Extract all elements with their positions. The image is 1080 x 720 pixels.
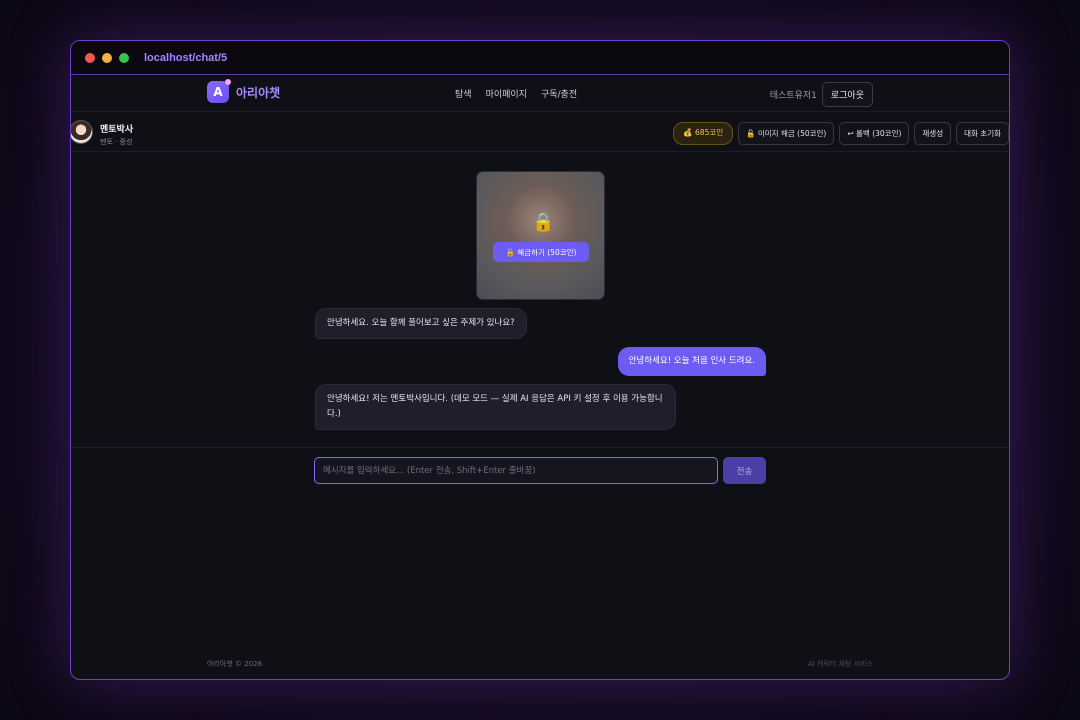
browser-titlebar: localhost/chat/5: [71, 41, 1009, 75]
character-name: 멘토박사: [100, 125, 134, 135]
brand-name: 아리아챗: [236, 85, 281, 100]
close-window-dot[interactable]: [85, 52, 95, 63]
footer-tagline: AI 캐릭터 채팅 서비스: [807, 660, 873, 668]
message-input[interactable]: [314, 457, 718, 484]
rollback-button[interactable]: ↩ 롤백 (30코인): [839, 122, 910, 145]
browser-window: localhost/chat/5 A 아리아챗 탐색 마이페이지 구독/충전 테…: [70, 40, 1010, 680]
minimize-window-dot[interactable]: [102, 52, 112, 63]
locked-image: 🔒 🔓 해금하기 (50코인): [476, 171, 605, 300]
unlock-image-button[interactable]: 🔓 이미지 해금 (50코인): [738, 122, 835, 145]
character-info: 멘토박사 멘토 · 중성: [100, 122, 133, 147]
main-menu: 탐색 마이페이지 구독/충전: [455, 87, 577, 100]
menu-item-mypage[interactable]: 마이페이지: [486, 87, 527, 100]
menu-item-subscription[interactable]: 구독/충전: [541, 87, 577, 100]
address-bar-url[interactable]: localhost/chat/5: [144, 52, 227, 64]
brand-logo-icon: A: [207, 79, 231, 103]
username-label: 테스트유저1: [769, 91, 817, 101]
message-composer: 전송: [71, 447, 1009, 492]
reset-conversation-button[interactable]: 대화 초기화: [956, 122, 1009, 145]
message-user: 안녕하세요! 오늘 처음 인사 드려요.: [617, 347, 766, 376]
regenerate-button[interactable]: 재생성: [914, 122, 952, 145]
character-meta: 멘토 · 중성: [100, 138, 133, 146]
message-bot: 안녕하세요! 저는 멘토박사입니다. (데모 모드 — 실제 AI 응답은 AP…: [315, 384, 676, 430]
logout-button[interactable]: 로그아웃: [821, 82, 873, 107]
footer-copyright: 아리아챗 © 2026: [207, 660, 263, 668]
message-bot: 안녕하세요. 오늘 함께 풀어보고 싶은 주제가 있나요?: [315, 308, 527, 339]
character-avatar: [71, 120, 93, 144]
unlock-image-inline-button[interactable]: 🔓 해금하기 (50코인): [493, 242, 589, 262]
top-navigation: A 아리아챗 탐색 마이페이지 구독/충전 테스트유저1 로그아웃: [71, 75, 1009, 112]
coin-balance-badge: 💰 685코인: [673, 122, 734, 145]
brand-link[interactable]: A 아리아챗: [207, 79, 281, 103]
chat-header: 멘토박사 멘토 · 중성 💰 685코인 🔓 이미지 해금 (50코인) ↩ 롤…: [71, 112, 1009, 152]
maximize-window-dot[interactable]: [119, 52, 129, 63]
send-button[interactable]: 전송: [723, 457, 766, 484]
menu-item-explore[interactable]: 탐색: [455, 87, 472, 100]
chat-actions: 💰 685코인 🔓 이미지 해금 (50코인) ↩ 롤백 (30코인) 재생성 …: [673, 122, 1009, 145]
chat-messages: 🔒 🔓 해금하기 (50코인) 안녕하세요. 오늘 함께 풀어보고 싶은 주제가…: [71, 152, 1009, 452]
lock-icon: 🔒: [532, 212, 555, 233]
user-area: 테스트유저1 로그아웃: [770, 82, 873, 107]
